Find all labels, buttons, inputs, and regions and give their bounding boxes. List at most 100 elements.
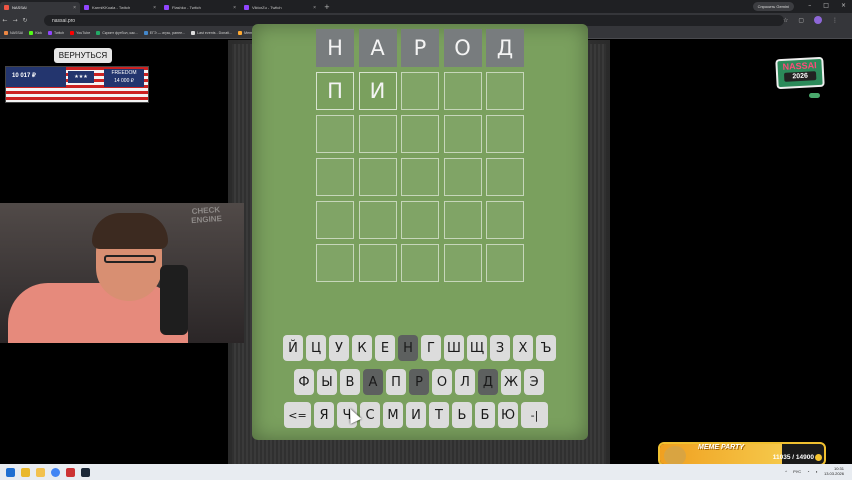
grid-tile — [401, 115, 439, 153]
minimize-icon[interactable]: – — [808, 2, 811, 9]
keyboard-key[interactable]: А — [363, 369, 383, 395]
ask-gemini-button[interactable]: Спросить Gemini — [752, 2, 794, 11]
keyboard-key[interactable]: Н — [398, 335, 418, 361]
keyboard-key[interactable]: Э — [524, 369, 544, 395]
keyboard-key[interactable]: Л — [455, 369, 475, 395]
overlay-toggle[interactable] — [809, 93, 820, 98]
keyboard-key[interactable]: Е — [375, 335, 395, 361]
keyboard-key[interactable]: Г — [421, 335, 441, 361]
chrome-icon[interactable] — [51, 467, 60, 477]
wifi-icon[interactable]: ◔ — [807, 469, 809, 474]
word-grid: НАРОД ПИ — [316, 29, 524, 282]
keyboard-key[interactable]: Ъ — [536, 335, 556, 361]
tab-karmikkoala[interactable]: KarmiKKoala - Twitch × — [80, 2, 160, 13]
backspace-key[interactable]: <= — [284, 402, 311, 428]
bookmark-item[interactable]: YouTube — [70, 31, 90, 35]
toolbar-actions: ☆ ▢ ⋮ — [783, 16, 838, 24]
keyboard-key[interactable]: Х — [513, 335, 533, 361]
keyboard-key[interactable]: Й — [283, 335, 303, 361]
new-tab-icon[interactable]: + — [324, 3, 330, 11]
close-icon[interactable]: × — [153, 5, 156, 11]
bookmark-item[interactable]: Twitch — [47, 31, 64, 35]
grid-tile — [316, 115, 354, 153]
keyboard-key[interactable]: С — [360, 402, 380, 428]
microphone-icon — [160, 265, 188, 335]
clock[interactable]: 10:31 13.03.2026 — [824, 466, 844, 476]
enter-key[interactable]: -| — [521, 402, 548, 428]
bookmark-item[interactable]: Last events - Donati... — [191, 31, 232, 35]
steam-icon[interactable] — [81, 467, 90, 477]
site-favicon-icon — [4, 5, 9, 10]
keyboard-key[interactable]: К — [352, 335, 372, 361]
return-button[interactable]: ВЕРНУТЬСЯ — [54, 48, 112, 63]
keyboard-key[interactable]: О — [432, 369, 452, 395]
keyboard-key[interactable]: Ы — [317, 369, 337, 395]
volume-icon[interactable]: ◖ — [816, 469, 818, 474]
menu-icon[interactable]: ⋮ — [832, 17, 838, 24]
bookmark-star-icon[interactable]: ☆ — [783, 17, 788, 24]
profile-avatar[interactable] — [814, 16, 822, 24]
keyboard-key[interactable]: Р — [409, 369, 429, 395]
coin-icon — [815, 454, 822, 461]
stars-icon: ★★★ — [68, 71, 94, 83]
keyboard-key[interactable]: Ш — [444, 335, 464, 361]
reload-icon[interactable]: ↻ — [20, 17, 30, 24]
keyboard-key[interactable]: У — [329, 335, 349, 361]
grid-tile — [358, 244, 397, 282]
tab-viktorzu[interactable]: ViktorZu - Twitch × — [240, 2, 320, 13]
bookmark-item[interactable]: NASSAI — [4, 31, 23, 35]
language-indicator[interactable]: РУС — [793, 469, 801, 474]
app-icon[interactable] — [66, 467, 75, 477]
keyboard-key[interactable]: Б — [475, 402, 495, 428]
keyboard-key[interactable]: Т — [429, 402, 449, 428]
maximize-icon[interactable]: □ — [823, 2, 829, 9]
back-icon[interactable]: ← — [0, 17, 10, 24]
grid-tile — [316, 201, 354, 239]
grid-tile — [443, 115, 482, 153]
windows-start-icon[interactable] — [6, 467, 15, 477]
streamer-glasses — [104, 255, 156, 263]
balance-value: 10 017 ₽ — [12, 73, 36, 79]
keyboard-key[interactable]: Ю — [498, 402, 518, 428]
extensions-icon[interactable]: ▢ — [798, 17, 804, 24]
grid-tile: П — [316, 72, 354, 110]
keyboard-key[interactable]: Д — [478, 369, 498, 395]
bookmark-icon — [4, 31, 8, 35]
grid-tile: Д — [486, 29, 524, 67]
meme-party-title: MEME PARTY — [698, 444, 745, 451]
system-tray: ^ РУС ◔ ◖ 10:31 13.03.2026 — [785, 466, 844, 476]
keyboard-key[interactable]: И — [406, 402, 426, 428]
keyboard-key[interactable]: Ф — [294, 369, 314, 395]
windows-taskbar: ^ РУС ◔ ◖ 10:31 13.03.2026 — [0, 464, 852, 480]
yandex-icon[interactable] — [21, 467, 30, 477]
nassai-logo: NASSAI 2026 — [775, 56, 825, 90]
keyboard-key[interactable]: Щ — [467, 335, 487, 361]
tab-nassai[interactable]: NASSAI × — [0, 2, 80, 13]
bookmark-icon — [96, 31, 101, 35]
close-icon[interactable]: × — [313, 5, 316, 11]
close-icon[interactable]: × — [73, 5, 76, 11]
keyboard-key[interactable]: П — [386, 369, 406, 395]
bookmark-item[interactable]: Kick — [29, 31, 42, 35]
twitch-icon — [84, 5, 89, 10]
close-window-icon[interactable]: × — [841, 2, 846, 9]
keyboard-key[interactable]: Ж — [501, 369, 521, 395]
keyboard-key[interactable]: Я — [314, 402, 334, 428]
chevron-up-icon[interactable]: ^ — [785, 469, 787, 474]
meme-party-count: 11035 / 14900 — [772, 454, 814, 461]
keyboard-key[interactable]: М — [383, 402, 403, 428]
keyboard-key[interactable]: Ц — [306, 335, 326, 361]
tab-flashko[interactable]: Flashko - Twitch × — [160, 2, 240, 13]
keyboard-key[interactable]: Ь — [452, 402, 472, 428]
file-explorer-icon[interactable] — [36, 467, 45, 477]
forward-icon[interactable]: → — [10, 17, 20, 24]
grid-tile — [443, 244, 482, 282]
bookmark-item[interactable]: ЕГЭ — игры, ранее... — [143, 31, 185, 35]
window-controls: – □ × — [808, 2, 846, 9]
close-icon[interactable]: × — [233, 5, 236, 11]
keyboard-key[interactable]: З — [490, 335, 510, 361]
meme-party-progress: MEME PARTY 11035 / 14900 — [658, 442, 826, 466]
keyboard-key[interactable]: В — [340, 369, 360, 395]
grid-tile — [358, 158, 397, 196]
bookmark-item[interactable]: Скрипт футбол, как... — [96, 31, 138, 35]
